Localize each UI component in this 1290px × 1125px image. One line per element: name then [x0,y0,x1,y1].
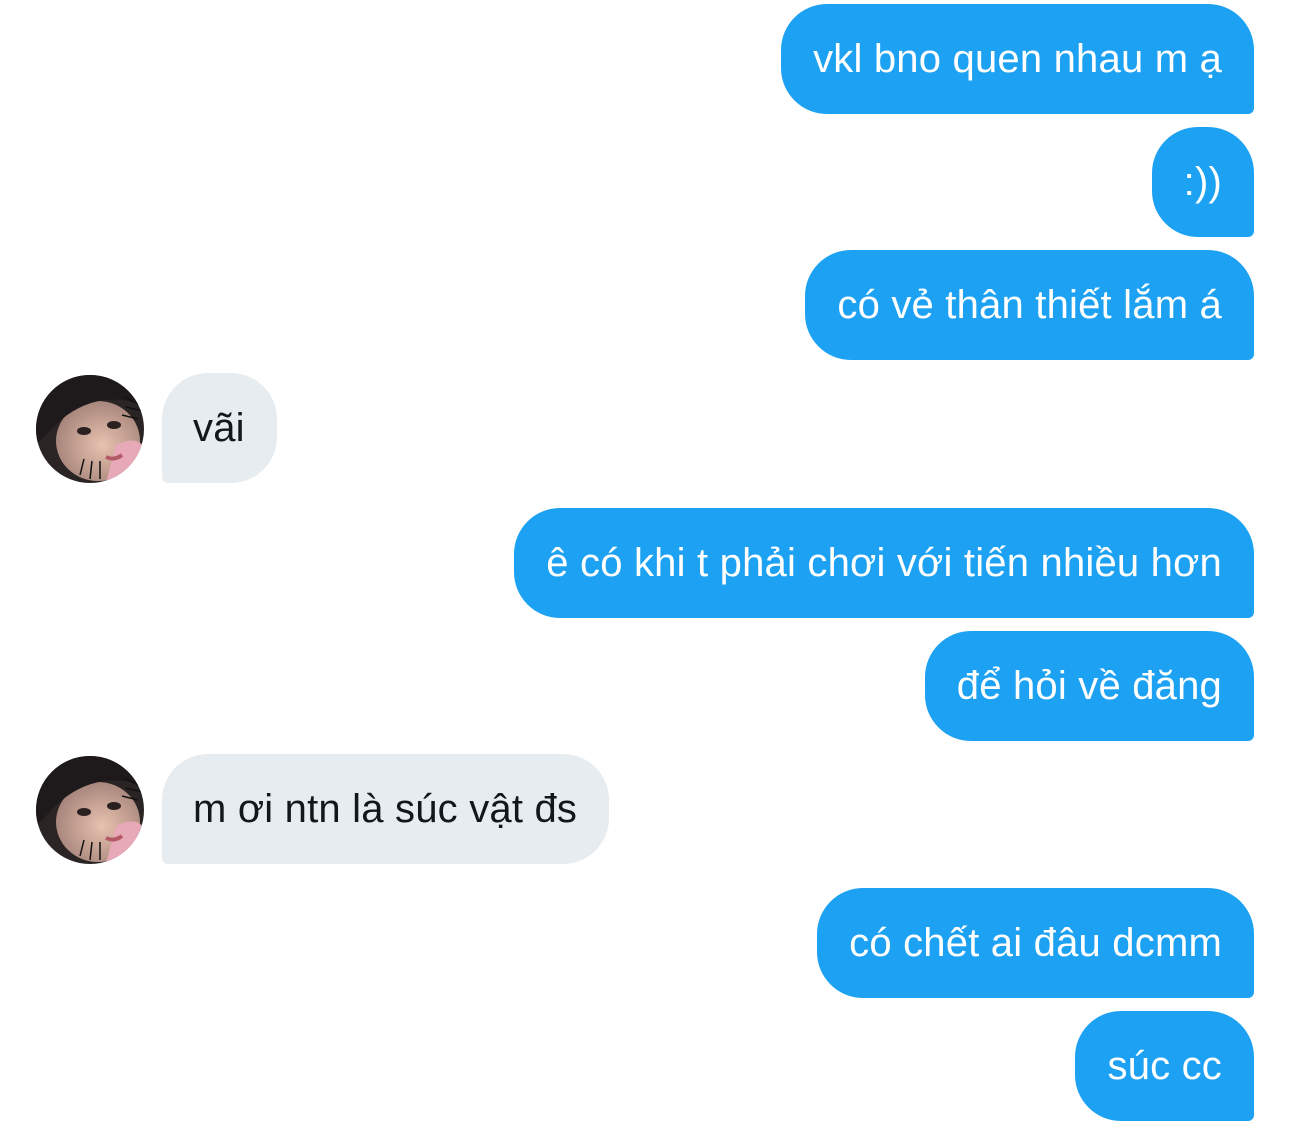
message-bubble-incoming[interactable]: m ơi ntn là súc vật đs [162,754,610,864]
message-text: có vẻ thân thiết lắm á [837,283,1222,327]
user-avatar-icon[interactable] [36,756,144,864]
message-bubble-outgoing[interactable]: có chết ai đâu dcmm [817,888,1254,998]
message-text: để hỏi về đăng [956,664,1222,708]
message-text: có chết ai đâu dcmm [849,921,1222,965]
message-text: vãi [193,406,245,450]
user-avatar-icon[interactable] [36,375,144,483]
message-text: súc cc [1107,1044,1222,1088]
message-bubble-outgoing[interactable]: có vẻ thân thiết lắm á [805,250,1254,360]
message-text: ê có khi t phải chơi với tiến nhiều hơn [546,541,1222,585]
message-bubble-outgoing[interactable]: để hỏi về đăng [924,631,1254,741]
message-text: :)) [1183,160,1222,204]
message-bubble-outgoing[interactable]: ê có khi t phải chơi với tiến nhiều hơn [514,508,1254,618]
message-bubble-incoming[interactable]: vãi [162,373,277,483]
message-bubble-outgoing[interactable]: súc cc [1075,1011,1254,1121]
message-bubble-outgoing[interactable]: vkl bno quen nhau m ạ [781,4,1254,114]
message-bubble-outgoing[interactable]: :)) [1151,127,1254,237]
message-text: vkl bno quen nhau m ạ [813,37,1222,81]
message-text: m ơi ntn là súc vật đs [193,787,578,831]
